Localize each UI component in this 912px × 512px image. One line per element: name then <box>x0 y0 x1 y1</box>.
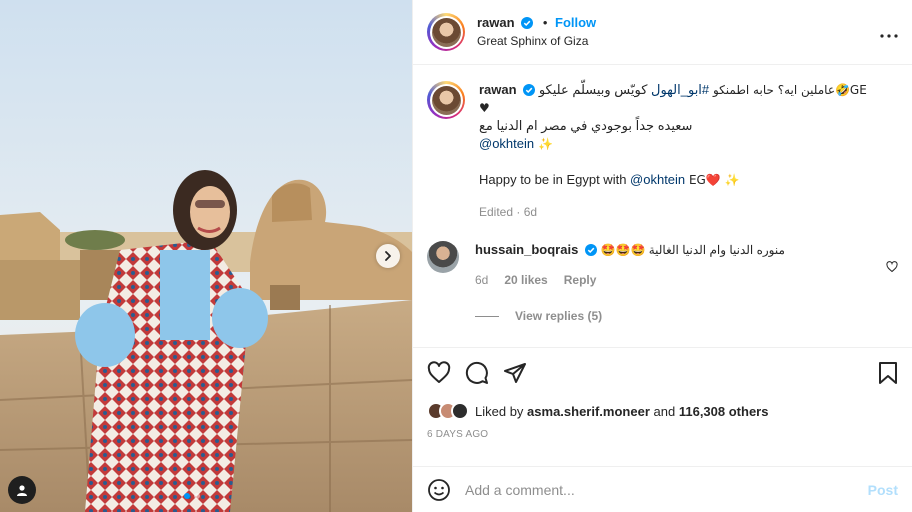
share-button[interactable] <box>503 361 527 385</box>
post-photo[interactable] <box>0 0 412 512</box>
caption-emoji: EG❤️ ✨ <box>685 173 740 187</box>
save-button[interactable] <box>878 361 898 385</box>
reply-button[interactable]: Reply <box>564 271 597 289</box>
more-horizontal-icon <box>880 33 898 38</box>
post-timestamp: 6 DAYS AGO <box>427 429 489 440</box>
comments-section: rawan GE🤣عاملين ايه؟ حابه اطمنكو #ابو_ال… <box>413 65 912 347</box>
action-bar <box>413 347 912 397</box>
follow-button[interactable]: Follow <box>555 15 596 30</box>
commenter-avatar[interactable] <box>427 241 459 273</box>
post-header: rawan • Follow Great Sphinx of Giza <box>413 0 912 65</box>
liked-by-user[interactable]: asma.sherif.moneer <box>527 404 650 419</box>
comment-item: hussain_boqrais منوره الدنيا وام الدنيا … <box>427 241 898 289</box>
add-comment-bar: Post <box>413 466 912 512</box>
mention-link[interactable]: @okhtein <box>479 136 534 151</box>
tagged-users-button[interactable] <box>8 476 36 504</box>
caption-author-avatar[interactable] <box>427 81 465 119</box>
comment-likes[interactable]: 20 likes <box>504 271 547 289</box>
separator-dot: • <box>542 15 548 30</box>
verified-badge-icon <box>584 244 597 256</box>
caption-line-4: @okhtein ✨ <box>479 135 867 153</box>
caption-meta: Edited · 6d <box>479 205 538 219</box>
chevron-right-icon <box>385 251 391 261</box>
author-avatar[interactable] <box>427 13 465 51</box>
post-comment-button[interactable]: Post <box>868 482 898 498</box>
caption: rawan GE🤣عاملين ايه؟ حابه اطمنكو #ابو_ال… <box>427 81 898 221</box>
carousel-dots <box>184 493 200 499</box>
share-icon <box>504 362 526 383</box>
more-options-button[interactable] <box>880 22 898 43</box>
comment-button[interactable] <box>465 361 489 385</box>
user-tag-icon <box>17 485 27 496</box>
caption-line-5: Happy to be in Egypt with @okhtein EG❤️ … <box>479 171 867 189</box>
comment-text: منوره الدنيا وام الدنيا الغالية 🤩🤩🤩 <box>600 243 785 257</box>
likes-middle: and <box>653 403 676 419</box>
likes-prefix: Liked by <box>475 403 524 419</box>
likes-others-link[interactable]: 116,308 others <box>679 404 769 419</box>
view-replies-label: View replies (5) <box>515 309 603 323</box>
sparkles-emoji: ✨ <box>534 137 553 151</box>
location-link[interactable]: Great Sphinx of Giza <box>477 32 596 50</box>
post-dialog: rawan • Follow Great Sphinx of Giza rawa… <box>0 0 912 512</box>
bookmark-icon <box>879 361 897 384</box>
comment-like-icon[interactable] <box>886 261 898 273</box>
heart-icon <box>427 360 451 383</box>
sphinx-photo-scene <box>0 0 412 512</box>
verified-badge-icon <box>523 84 536 96</box>
caption-text: كويّس وبيسلّم عليكو <box>538 82 652 97</box>
emoji-icon <box>428 478 450 501</box>
commenter-username[interactable]: hussain_boqrais <box>475 242 578 257</box>
replies-divider <box>475 315 499 317</box>
verified-badge-icon <box>521 17 534 29</box>
liker-avatar <box>451 402 469 420</box>
comment-icon <box>465 361 488 384</box>
like-button[interactable] <box>427 360 451 385</box>
caption-text: Happy to be in Egypt with <box>479 172 631 187</box>
caption-line-2: ♥ <box>479 101 490 115</box>
hashtag-link[interactable]: #ابو_الهول <box>651 82 709 97</box>
comment-input[interactable] <box>465 481 868 498</box>
post-details-panel: rawan • Follow Great Sphinx of Giza rawa… <box>412 0 912 512</box>
next-image-button[interactable] <box>376 244 400 268</box>
caption-line-3: سعيده جداً بوجودي في مصر ام الدنيا مع <box>479 118 693 133</box>
caption-username[interactable]: rawan <box>479 82 517 97</box>
emoji-button[interactable] <box>427 478 451 502</box>
view-replies-button[interactable]: View replies (5) <box>475 309 898 323</box>
liker-avatars <box>427 402 469 420</box>
caption-text: GE🤣عاملين ايه؟ حابه اطمنكو <box>709 83 867 97</box>
carousel-dot-active <box>184 493 190 499</box>
mention-link[interactable]: @okhtein <box>630 172 685 187</box>
caption-line-1: GE🤣عاملين ايه؟ حابه اطمنكو #ابو_الهول كو… <box>539 82 867 97</box>
carousel-dot <box>194 493 200 499</box>
author-username[interactable]: rawan <box>477 15 515 30</box>
likes-summary: Liked by asma.sherif.moneer and 116,308 … <box>413 397 912 425</box>
comment-age: 6d <box>475 273 489 287</box>
